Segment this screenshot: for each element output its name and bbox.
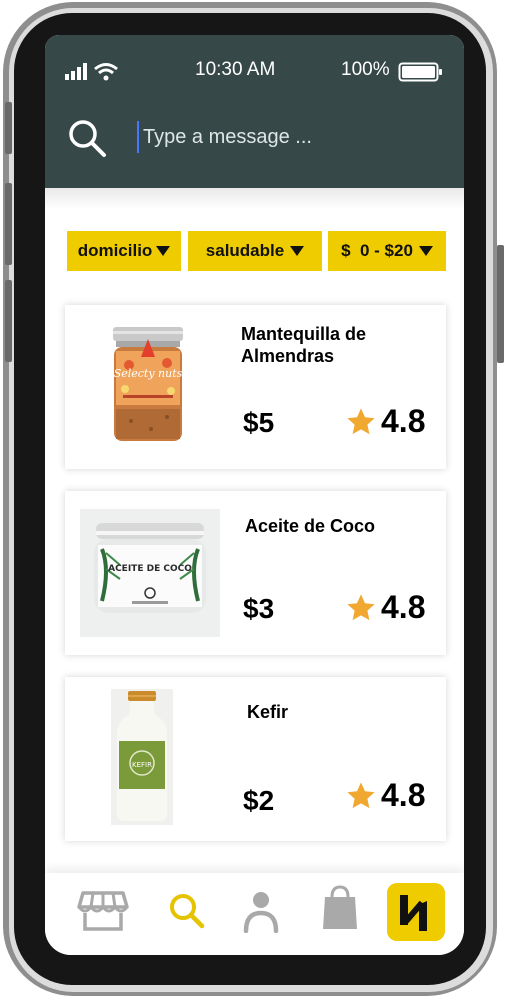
search-icon[interactable] xyxy=(67,118,109,160)
app-screen: 10:30 AM 100% domicilio saludable $ 0 - … xyxy=(45,35,464,955)
coconut-oil-jar-image: ACEITE DE COCO xyxy=(80,509,220,637)
product-price: $3 xyxy=(243,593,275,624)
filter-label: saludable xyxy=(205,241,285,260)
app-header: 10:30 AM 100% xyxy=(45,35,464,188)
star-icon xyxy=(347,407,375,434)
product-rating: 4.8 xyxy=(345,589,425,626)
bottom-nav xyxy=(45,873,464,955)
search-input[interactable] xyxy=(137,121,435,153)
almond-butter-jar-image: Selecty nuts xyxy=(113,327,183,441)
store-icon[interactable] xyxy=(77,887,129,935)
kefir-bottle-image: KEFIR xyxy=(111,689,173,825)
rating-value: 4.8 xyxy=(381,589,426,625)
filter-domicilio[interactable]: domicilio xyxy=(67,231,181,271)
product-price: $5 xyxy=(243,407,275,438)
side-button-volume-up xyxy=(5,183,12,265)
side-button-mute xyxy=(5,102,12,154)
star-icon xyxy=(347,781,375,808)
caret-down-icon xyxy=(156,246,171,256)
app-logo-icon[interactable] xyxy=(387,883,445,941)
status-time: 10:30 AM xyxy=(195,59,276,80)
battery-percent: 100% xyxy=(341,59,390,80)
user-icon[interactable] xyxy=(243,889,279,933)
jar-brand-label: Selecty nuts xyxy=(114,367,183,380)
caret-down-icon xyxy=(418,246,433,256)
signal-wifi-icon xyxy=(65,63,118,81)
product-price: $2 xyxy=(243,785,275,816)
shopping-bag-icon[interactable] xyxy=(321,885,359,931)
star-icon xyxy=(347,593,375,620)
jar-brand-label: ACEITE DE COCO xyxy=(108,564,192,574)
product-card[interactable]: Selecty nuts Mantequilla de Almendras $5… xyxy=(65,305,446,469)
filter-label: $ 0 - $20 xyxy=(341,241,413,260)
product-card[interactable]: KEFIR Kefir $2 4.8 xyxy=(65,677,446,841)
search-icon[interactable] xyxy=(167,891,207,931)
header-shadow xyxy=(45,188,464,210)
side-button-volume-down xyxy=(5,280,12,362)
filter-saludable[interactable]: saludable xyxy=(188,231,322,271)
battery-icon xyxy=(398,62,442,82)
product-rating: 4.8 xyxy=(345,403,425,440)
bottle-brand-label: KEFIR xyxy=(132,761,152,769)
rating-value: 4.8 xyxy=(381,403,426,439)
product-card[interactable]: ACEITE DE COCO Aceite de Coco $3 4.8 xyxy=(65,491,446,655)
filter-label: domicilio xyxy=(77,241,153,260)
caret-down-icon xyxy=(290,246,305,256)
filter-price-range[interactable]: $ 0 - $20 xyxy=(328,231,446,271)
product-name: Kefir xyxy=(247,702,289,722)
rating-value: 4.8 xyxy=(381,777,426,813)
product-name: Aceite de Coco xyxy=(245,516,376,536)
product-rating: 4.8 xyxy=(345,777,425,814)
product-name: Mantequilla de Almendras xyxy=(241,324,367,366)
side-button-power xyxy=(497,245,504,363)
